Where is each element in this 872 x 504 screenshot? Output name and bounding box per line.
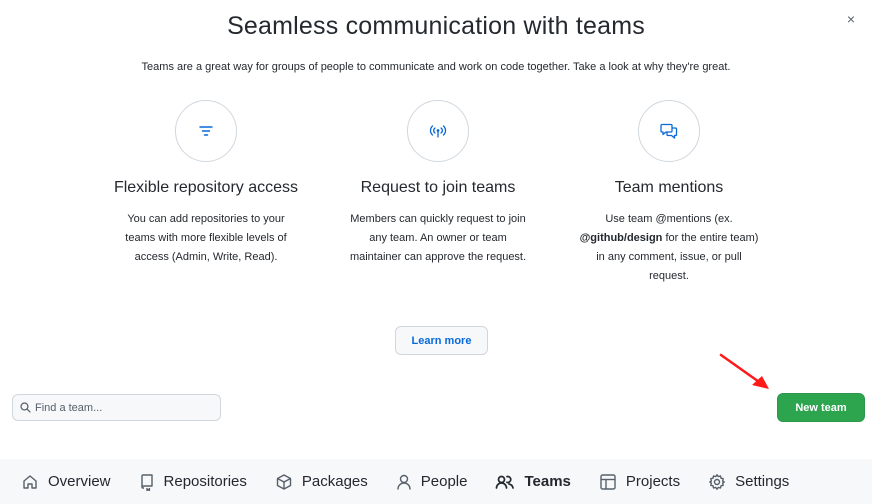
- feature-title: Team mentions: [614, 179, 724, 196]
- search-input[interactable]: [35, 401, 215, 414]
- feature-request-join: Request to join teams Members can quickl…: [333, 100, 543, 267]
- nav-teams[interactable]: Teams: [495, 473, 571, 491]
- repo-icon: [140, 473, 153, 491]
- nav-packages[interactable]: Packages: [275, 473, 368, 491]
- package-icon: [276, 473, 292, 490]
- feature-description: Use team @mentions (ex. @github/design f…: [579, 213, 759, 282]
- feature-description: Members can quickly request to join any …: [349, 213, 527, 263]
- nav-people[interactable]: People: [396, 473, 467, 491]
- learn-more-button[interactable]: Learn more: [395, 326, 488, 355]
- people-icon: [496, 475, 515, 489]
- person-icon: [397, 474, 411, 490]
- nav-settings[interactable]: Settings: [708, 473, 789, 491]
- feature-team-mentions: Team mentions Use team @mentions (ex. @g…: [564, 100, 774, 286]
- feature-title: Request to join teams: [360, 179, 516, 196]
- gear-icon: [709, 473, 725, 490]
- feature-flexible-access: Flexible repository access You can add r…: [101, 100, 311, 267]
- team-search[interactable]: [12, 394, 221, 421]
- page-subtitle: Teams are a great way for groups of peop…: [141, 61, 731, 73]
- nav-overview[interactable]: Overview: [21, 473, 111, 491]
- home-icon: [23, 474, 37, 489]
- search-icon: [20, 402, 31, 413]
- annotation-arrow-icon: [719, 353, 769, 389]
- new-team-button[interactable]: New team: [777, 393, 865, 422]
- filter-icon: [175, 100, 237, 162]
- nav-projects[interactable]: Projects: [599, 473, 680, 491]
- page-title: Seamless communication with teams: [227, 12, 645, 40]
- comment-discussion-icon: [638, 100, 700, 162]
- org-nav: Overview Repositories Packages People Te…: [0, 459, 872, 504]
- nav-repositories[interactable]: Repositories: [139, 473, 247, 491]
- feature-title: Flexible repository access: [113, 179, 299, 196]
- table-icon: [600, 473, 616, 490]
- feature-description: You can add repositories to your teams w…: [125, 213, 287, 263]
- broadcast-icon: [407, 100, 469, 162]
- mention-example: @github/design: [579, 232, 663, 244]
